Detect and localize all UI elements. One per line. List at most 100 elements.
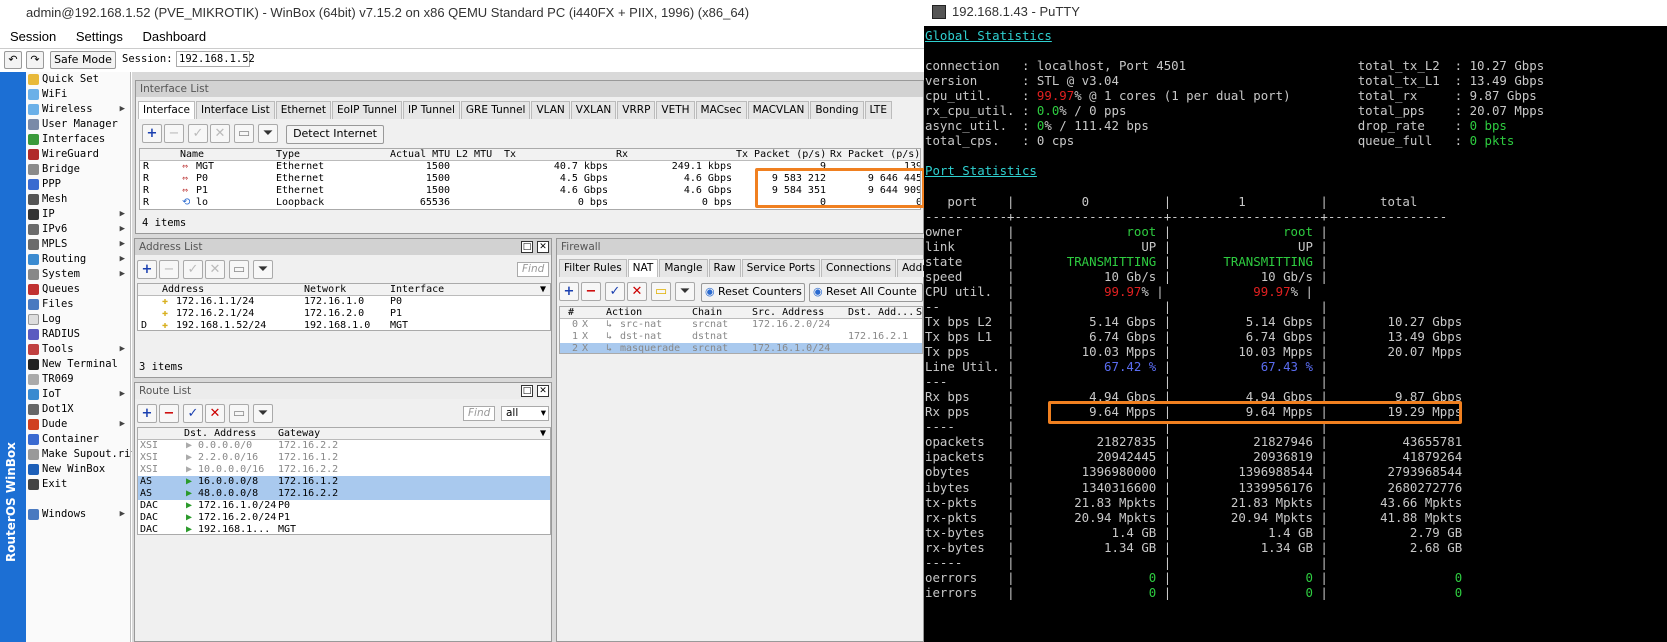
- remove-icon[interactable]: −: [581, 282, 601, 301]
- reset-counters-button[interactable]: ◉ Reset Counters: [701, 283, 805, 302]
- table-row[interactable]: DAC ▶ 172.16.1.0/24 P0: [138, 500, 550, 512]
- sidebar-item-make-supout[interactable]: Make Supout.rif: [26, 447, 137, 462]
- maximize-icon[interactable]: □: [521, 385, 533, 397]
- add-icon[interactable]: +: [142, 124, 162, 143]
- add-icon[interactable]: +: [137, 404, 157, 423]
- filter-icon[interactable]: ⏷: [253, 404, 273, 423]
- sidebar-item-dot1x[interactable]: Dot1X: [26, 402, 131, 417]
- sidebar-item-ip[interactable]: IP ▶: [26, 207, 131, 222]
- table-row[interactable]: XSI ▶ 10.0.0.0/16 172.16.2.2: [138, 464, 550, 476]
- sidebar-item-queues[interactable]: Queues: [26, 282, 131, 297]
- reset-all-counters-button[interactable]: ◉ Reset All Counte: [809, 283, 923, 302]
- tab-raw[interactable]: Raw: [708, 259, 741, 277]
- sidebar-item-mesh[interactable]: Mesh: [26, 192, 131, 207]
- session-input[interactable]: 192.168.1.52: [176, 51, 255, 67]
- sidebar-item-log[interactable]: Log: [26, 312, 131, 327]
- tab-vrrp[interactable]: VRRP: [617, 101, 656, 119]
- safe-mode-button[interactable]: Safe Mode: [50, 51, 116, 69]
- tab-ip-tunnel[interactable]: IP Tunnel: [402, 101, 460, 119]
- table-row[interactable]: AS ▶ 16.0.0.0/8 172.16.1.2: [138, 476, 550, 488]
- disable-icon[interactable]: ✕: [205, 404, 225, 423]
- sidebar-item-system[interactable]: System ▶: [26, 267, 131, 282]
- sidebar-item-iot[interactable]: IoT ▶: [26, 387, 131, 402]
- tab-service-ports[interactable]: Service Ports: [741, 259, 821, 277]
- comment-icon[interactable]: ▭: [651, 282, 671, 301]
- table-row[interactable]: AS ▶ 48.0.0.0/8 172.16.2.2: [138, 488, 550, 500]
- remove-icon[interactable]: −: [159, 404, 179, 423]
- menu-session[interactable]: Session: [10, 29, 56, 44]
- sidebar-item-exit[interactable]: Exit: [26, 477, 131, 492]
- comment-icon[interactable]: ▭: [229, 260, 249, 279]
- filter-icon[interactable]: ⏷: [253, 260, 273, 279]
- tab-interface[interactable]: Interface: [138, 101, 196, 119]
- disable-icon[interactable]: ✕: [205, 260, 225, 279]
- sidebar-item-user-manager[interactable]: User Manager: [26, 117, 131, 132]
- tab-filter-rules[interactable]: Filter Rules: [559, 259, 627, 277]
- add-icon[interactable]: +: [137, 260, 157, 279]
- table-row[interactable]: DAC ▶ 172.16.2.0/24 P1: [138, 512, 550, 524]
- enable-icon[interactable]: ✓: [188, 124, 208, 143]
- table-row[interactable]: DAC ▶ 192.168.1... MGT: [138, 524, 550, 534]
- sidebar-item-radius[interactable]: RADIUS: [26, 327, 131, 342]
- filter-icon[interactable]: ⏷: [258, 124, 278, 143]
- close-icon[interactable]: ✕: [537, 241, 549, 253]
- tab-ethernet[interactable]: Ethernet: [275, 101, 331, 119]
- sidebar-item-dude[interactable]: Dude ▶: [26, 417, 131, 432]
- sidebar-item-wifi[interactable]: WiFi: [26, 87, 131, 102]
- tab-gre-tunnel[interactable]: GRE Tunnel: [460, 101, 531, 119]
- sidebar-item-interfaces[interactable]: Interfaces: [26, 132, 131, 147]
- find-input[interactable]: Find: [463, 406, 495, 421]
- enable-icon[interactable]: ✓: [183, 260, 203, 279]
- sidebar-item-new-winbox[interactable]: New WinBox: [26, 462, 131, 477]
- close-icon[interactable]: ✕: [537, 385, 549, 397]
- tab-mangle[interactable]: Mangle: [659, 259, 708, 277]
- sidebar-item-ipv6[interactable]: IPv6 ▶: [26, 222, 131, 237]
- find-input[interactable]: Find: [517, 262, 549, 277]
- maximize-icon[interactable]: □: [521, 241, 533, 253]
- table-row[interactable]: 0 X ↳ src-nat srcnat 172.16.2.0/24: [560, 319, 922, 331]
- comment-icon[interactable]: ▭: [229, 404, 249, 423]
- tab-eoip-tunnel[interactable]: EoIP Tunnel: [331, 101, 402, 119]
- sidebar-item-wireless[interactable]: Wireless ▶: [26, 102, 131, 117]
- add-icon[interactable]: +: [559, 282, 579, 301]
- table-row[interactable]: ✚ 172.16.1.1/24 172.16.1.0 P0: [138, 296, 550, 308]
- tab-vxlan[interactable]: VXLAN: [570, 101, 617, 119]
- tab-bonding[interactable]: Bonding: [810, 101, 864, 119]
- sidebar-item-tr069[interactable]: TR069: [26, 372, 131, 387]
- remove-icon[interactable]: −: [159, 260, 179, 279]
- sidebar-item-new-terminal[interactable]: New Terminal: [26, 357, 131, 372]
- sidebar-item-mpls[interactable]: MPLS ▶: [26, 237, 131, 252]
- tab-nat[interactable]: NAT: [627, 259, 659, 277]
- filter-icon[interactable]: ⏷: [675, 282, 695, 301]
- tab-vlan[interactable]: VLAN: [531, 101, 570, 119]
- comment-icon[interactable]: ▭: [234, 124, 254, 143]
- disable-icon[interactable]: ✕: [210, 124, 230, 143]
- enable-icon[interactable]: ✓: [183, 404, 203, 423]
- disable-icon[interactable]: ✕: [627, 282, 647, 301]
- table-row[interactable]: 1 X ↳ dst-nat dstnat 172.16.2.1: [560, 331, 922, 343]
- tab-macsec[interactable]: MACsec: [695, 101, 747, 119]
- sidebar-item-routing[interactable]: Routing ▶: [26, 252, 131, 267]
- tab-veth[interactable]: VETH: [656, 101, 695, 119]
- sidebar-item-container[interactable]: Container: [26, 432, 131, 447]
- redo-icon[interactable]: ↷: [26, 51, 44, 69]
- tab-connections[interactable]: Connections: [821, 259, 896, 277]
- table-row[interactable]: XSI ▶ 2.2.0.0/16 172.16.1.2: [138, 452, 550, 464]
- sidebar-item-bridge[interactable]: Bridge: [26, 162, 131, 177]
- sidebar-item-files[interactable]: Files: [26, 297, 131, 312]
- table-row[interactable]: XSI ▶ 0.0.0.0/0 172.16.2.2: [138, 440, 550, 452]
- table-row[interactable]: D ✚ 192.168.1.52/24 192.168.1.0 MGT: [138, 320, 550, 330]
- detect-internet-button[interactable]: Detect Internet: [286, 125, 384, 144]
- table-row[interactable]: ✚ 172.16.2.1/24 172.16.2.0 P1: [138, 308, 550, 320]
- chevron-down-icon[interactable]: ▼: [540, 284, 546, 296]
- enable-icon[interactable]: ✓: [605, 282, 625, 301]
- tab-lte[interactable]: LTE: [864, 101, 892, 119]
- terminal-output[interactable]: Global Statistics connection : localhost,…: [925, 28, 1667, 642]
- sidebar-item-quick-set[interactable]: Quick Set: [26, 72, 131, 87]
- sidebar-item-ppp[interactable]: PPP: [26, 177, 131, 192]
- route-filter-select[interactable]: all ▾: [501, 406, 549, 421]
- menu-settings[interactable]: Settings: [76, 29, 123, 44]
- sidebar-item-wireguard[interactable]: WireGuard: [26, 147, 131, 162]
- remove-icon[interactable]: −: [164, 124, 184, 143]
- tab-interface-list[interactable]: Interface List: [196, 101, 275, 119]
